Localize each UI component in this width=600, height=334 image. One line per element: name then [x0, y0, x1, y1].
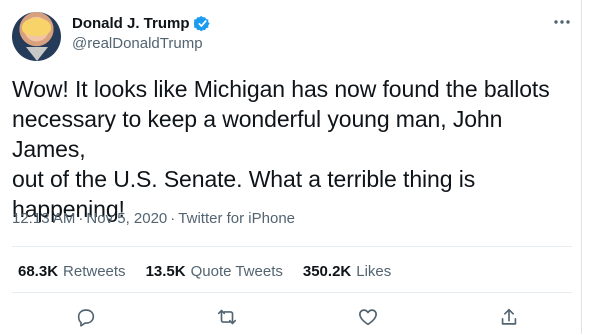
bottom-divider	[12, 292, 572, 293]
top-divider	[12, 246, 572, 247]
meta-separator: ·	[170, 210, 176, 227]
likes-count: 350.2K	[302, 263, 352, 280]
tweet-stats: 68.3K Retweets 13.5K Quote Tweets 350.2K…	[18, 263, 411, 280]
likes-label: Likes	[356, 263, 392, 280]
likes-stat[interactable]: 350.2K Likes	[303, 263, 391, 280]
author-names: Donald J. Trump @realDonaldTrump	[72, 13, 211, 52]
quote-tweets-stat[interactable]: 13.5K Quote Tweets	[146, 263, 283, 280]
share-icon[interactable]	[497, 305, 521, 329]
handle[interactable]: @realDonaldTrump	[72, 35, 211, 52]
tweet-time[interactable]: 12:13 AM	[12, 210, 75, 227]
meta-separator: ·	[78, 210, 84, 227]
tweet-date[interactable]: Nov 5, 2020	[86, 210, 167, 227]
tweet-metadata: 12:13 AM · Nov 5, 2020 · Twitter for iPh…	[12, 210, 295, 227]
reply-icon[interactable]	[74, 305, 98, 329]
like-icon[interactable]	[356, 305, 380, 329]
retweets-stat[interactable]: 68.3K Retweets	[18, 263, 126, 280]
avatar[interactable]	[12, 12, 61, 61]
verified-badge-icon	[193, 15, 211, 32]
tweet-actions	[74, 305, 521, 329]
tweet-source[interactable]: Twitter for iPhone	[178, 210, 295, 227]
tweet-text: Wow! It looks like Michigan has now foun…	[12, 76, 550, 222]
display-name[interactable]: Donald J. Trump	[72, 15, 190, 32]
tweet-card: Donald J. Trump @realDonaldTrump Wow! It…	[0, 0, 582, 334]
retweet-icon[interactable]	[215, 305, 239, 329]
display-name-row: Donald J. Trump	[72, 13, 211, 34]
quote-tweets-label: Quote Tweets	[190, 263, 283, 280]
retweets-label: Retweets	[63, 263, 126, 280]
more-options-icon[interactable]	[551, 14, 573, 30]
quote-tweets-count: 13.5K	[145, 263, 186, 280]
tweet-header: Donald J. Trump @realDonaldTrump	[10, 10, 573, 66]
retweets-count: 68.3K	[18, 263, 59, 280]
